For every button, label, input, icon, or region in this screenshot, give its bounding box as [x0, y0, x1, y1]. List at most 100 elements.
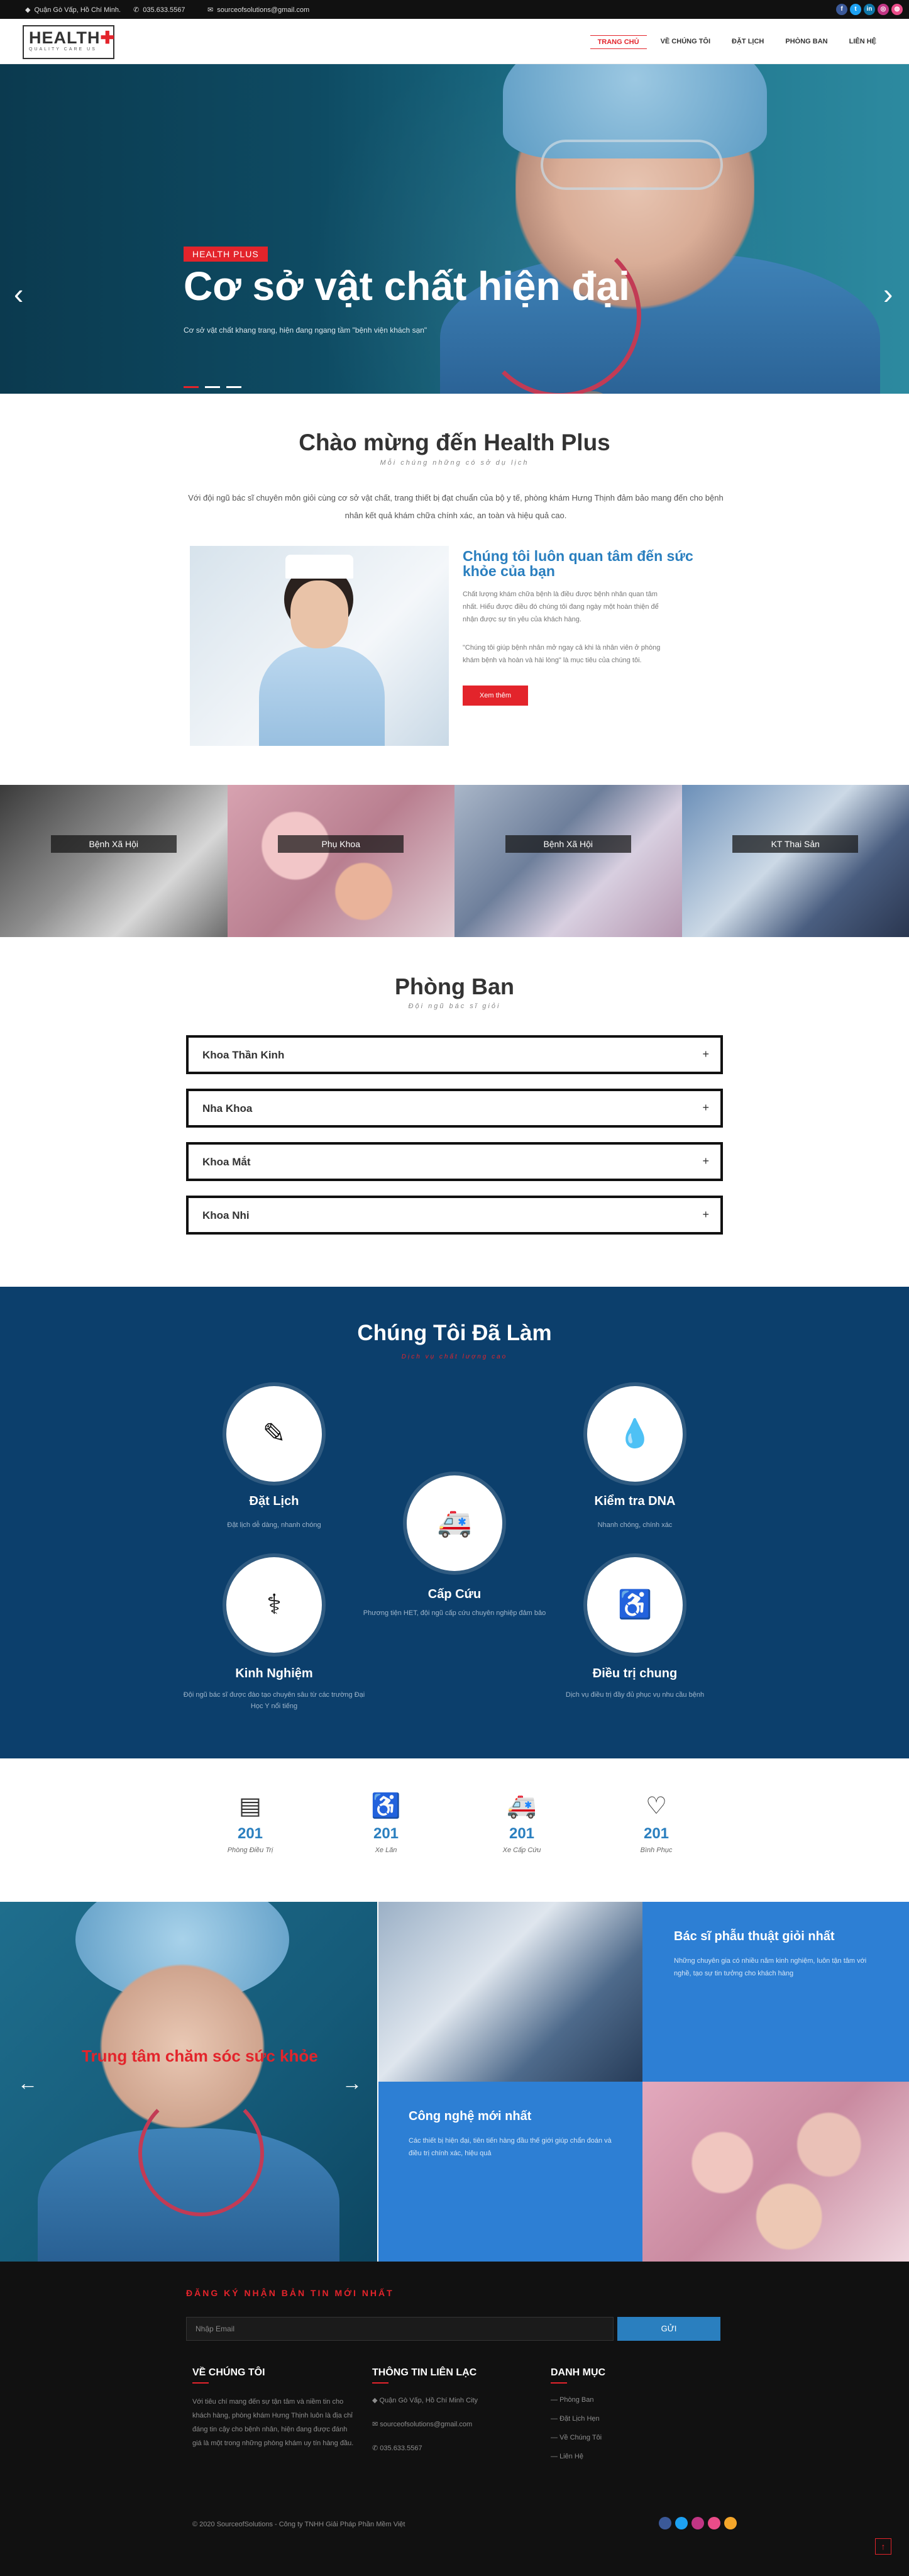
twitter-icon[interactable]: t	[850, 4, 861, 15]
main-nav: TRANG CHỦ VỀ CHÚNG TÔI ĐẶT LỊCH PHÒNG BA…	[584, 35, 884, 49]
service-desc: Đặt lịch dễ dàng, nhanh chóng	[227, 1521, 321, 1529]
map-marker-icon: ◆	[25, 6, 31, 14]
service-name: Kinh Nghiệm	[235, 1667, 313, 1680]
promo-slider: Trung tâm chăm sóc sức khỏe ← →	[0, 1902, 377, 2262]
accordion-item[interactable]: Khoa Thần Kinh +	[186, 1035, 723, 1074]
cross-icon: ✚	[100, 28, 116, 47]
read-more-button[interactable]: Xem thêm	[463, 686, 528, 706]
newsletter-email-input[interactable]: Nhập Email	[186, 2317, 614, 2341]
footer-link-text[interactable]: Phòng Ban	[559, 2396, 593, 2404]
plus-icon[interactable]: +	[702, 1101, 709, 1114]
promo-card-title: Công nghệ mới nhất	[409, 2109, 532, 2123]
slider-dot[interactable]	[184, 386, 199, 388]
newsletter-submit-button[interactable]: GỬI	[617, 2317, 720, 2341]
service-card[interactable]: 💧	[587, 1386, 683, 1482]
footer-about-text: Với tiêu chí mang đến sự tận tâm và niềm…	[192, 2398, 354, 2447]
dribbble-icon[interactable]: ◍	[891, 4, 903, 15]
stat-item: ♿ 201 Xe Lăn	[348, 1791, 424, 1854]
accordion-item[interactable]: Nha Khoa +	[186, 1089, 723, 1128]
slider-dots	[184, 386, 241, 388]
nurse-photo	[190, 546, 449, 746]
phone-item[interactable]: ✆ 035.633.5567	[133, 6, 185, 14]
welcome-subtitle: Mỗi chúng những có sở dụ lịch	[380, 459, 529, 467]
footer-link-text[interactable]: Liên Hệ	[559, 2453, 583, 2460]
footer-title-underline	[192, 2382, 209, 2384]
envelope-icon: ✉	[372, 2421, 380, 2428]
footer-link-text[interactable]: Đặt Lịch Hẹn	[559, 2415, 600, 2423]
welcome-text: Với đội ngũ bác sĩ chuyên môn giỏi cùng …	[188, 493, 724, 520]
slider-dot[interactable]	[205, 386, 220, 388]
service-name: Điều trị chung	[592, 1667, 678, 1680]
hero-badge: HEALTH PLUS	[184, 247, 268, 262]
plus-icon[interactable]: +	[702, 1048, 709, 1061]
service-card[interactable]: ⚕	[226, 1557, 322, 1653]
site-header: HEALTH✚ QUALITY CARE US TRANG CHỦ VỀ CHÚ…	[0, 19, 909, 64]
phone-icon: ✆	[372, 2445, 380, 2452]
welcome-title: Chào mừng đến Health Plus	[299, 430, 610, 455]
promo-next-arrow[interactable]: →	[342, 2072, 362, 2095]
nav-item-departments[interactable]: PHÒNG BAN	[778, 35, 835, 49]
address-text: Quận Gò Vấp, Hồ Chí Minh.	[34, 6, 121, 14]
address-item: ◆ Quận Gò Vấp, Hồ Chí Minh.	[25, 6, 121, 14]
nav-item-contact[interactable]: LIÊN HỆ	[842, 35, 884, 49]
footer-link[interactable]: — Phòng Ban	[551, 2396, 594, 2404]
gallery-item[interactable]: Bệnh Xã Hội	[454, 785, 682, 937]
dash-icon: —	[551, 2453, 560, 2460]
facebook-icon[interactable]: f	[836, 4, 847, 15]
service-card[interactable]: ♿	[587, 1557, 683, 1653]
footer-email[interactable]: ✉ sourceofsolutions@gmail.com	[372, 2420, 472, 2428]
footer-phone[interactable]: ✆ 035.633.5567	[372, 2444, 422, 2452]
wheelchair-icon: ♿	[617, 1589, 653, 1620]
email-text[interactable]: sourceofsolutions@gmail.com	[217, 6, 309, 14]
rss-icon[interactable]	[724, 2517, 737, 2529]
service-name: Kiểm tra DNA	[594, 1494, 676, 1508]
logo[interactable]: HEALTH✚ QUALITY CARE US	[23, 25, 114, 59]
dash-icon: —	[551, 2396, 560, 2404]
promo-prev-arrow[interactable]: ←	[18, 2072, 38, 2095]
promo-card-text: Các thiết bị hiện đại, tiên tiến hàng đầ…	[409, 2137, 612, 2157]
footer-link[interactable]: — Về Chúng Tôi	[551, 2434, 602, 2441]
nav-item-about[interactable]: VỀ CHÚNG TÔI	[653, 35, 718, 49]
email-item[interactable]: ✉ sourceofsolutions@gmail.com	[207, 6, 309, 14]
stat-label: Bình Phục	[640, 1846, 673, 1854]
plus-icon[interactable]: +	[702, 1208, 709, 1221]
phone-text[interactable]: 035.633.5567	[143, 6, 185, 14]
stat-value: 201	[643, 1825, 669, 1842]
gallery-item[interactable]: KT Thai Sản	[681, 785, 909, 937]
service-card[interactable]: ✎	[226, 1386, 322, 1482]
back-to-top-button[interactable]: ↑	[875, 2538, 891, 2555]
nav-item-booking[interactable]: ĐẶT LỊCH	[724, 35, 771, 49]
accordion-item[interactable]: Khoa Mắt +	[186, 1142, 723, 1181]
hero-glasses	[541, 140, 723, 190]
slider-next-arrow[interactable]: ›	[883, 277, 893, 311]
footer-link[interactable]: — Đặt Lịch Hẹn	[551, 2415, 600, 2423]
facebook-icon[interactable]	[659, 2517, 671, 2529]
phone-icon: ✆	[133, 6, 140, 14]
stat-item: ♡ 201 Bình Phục	[619, 1791, 694, 1854]
gallery-item[interactable]: Phụ Khoa	[227, 785, 454, 937]
accordion-label: Khoa Nhi	[202, 1209, 250, 1221]
stat-label: Xe Lăn	[375, 1846, 397, 1854]
instagram-icon[interactable]: ◎	[878, 4, 889, 15]
service-desc: Phương tiện HET, đội ngũ cấp cứu chuyên …	[363, 1609, 546, 1617]
footer-link[interactable]: — Liên Hệ	[551, 2453, 583, 2460]
care-quote: "Chúng tôi giúp bệnh nhân mở ngay cả khi…	[463, 644, 661, 664]
accordion-item[interactable]: Khoa Nhi +	[186, 1196, 723, 1235]
footer-phone-text[interactable]: 035.633.5567	[380, 2445, 422, 2452]
dribbble-icon[interactable]	[708, 2517, 720, 2529]
instagram-icon[interactable]	[691, 2517, 704, 2529]
slider-prev-arrow[interactable]: ‹	[14, 277, 23, 311]
twitter-icon[interactable]	[675, 2517, 688, 2529]
plus-icon[interactable]: +	[702, 1155, 709, 1168]
nav-item-home[interactable]: TRANG CHỦ	[590, 35, 647, 49]
gallery-item[interactable]: Bệnh Xã Hội	[0, 785, 228, 937]
footer-title-underline	[372, 2382, 388, 2384]
map-marker-icon: ◆	[372, 2397, 380, 2404]
slider-dot[interactable]	[226, 386, 241, 388]
stat-label: Phòng Điều Trị	[227, 1846, 273, 1854]
service-card[interactable]: 🚑	[407, 1475, 502, 1571]
footer-email-text[interactable]: sourceofsolutions@gmail.com	[380, 2421, 472, 2428]
services-subtitle: Dịch vụ chất lượng cao	[401, 1353, 508, 1360]
footer-link-text[interactable]: Về Chúng Tôi	[559, 2434, 602, 2441]
linkedin-icon[interactable]: in	[864, 4, 875, 15]
